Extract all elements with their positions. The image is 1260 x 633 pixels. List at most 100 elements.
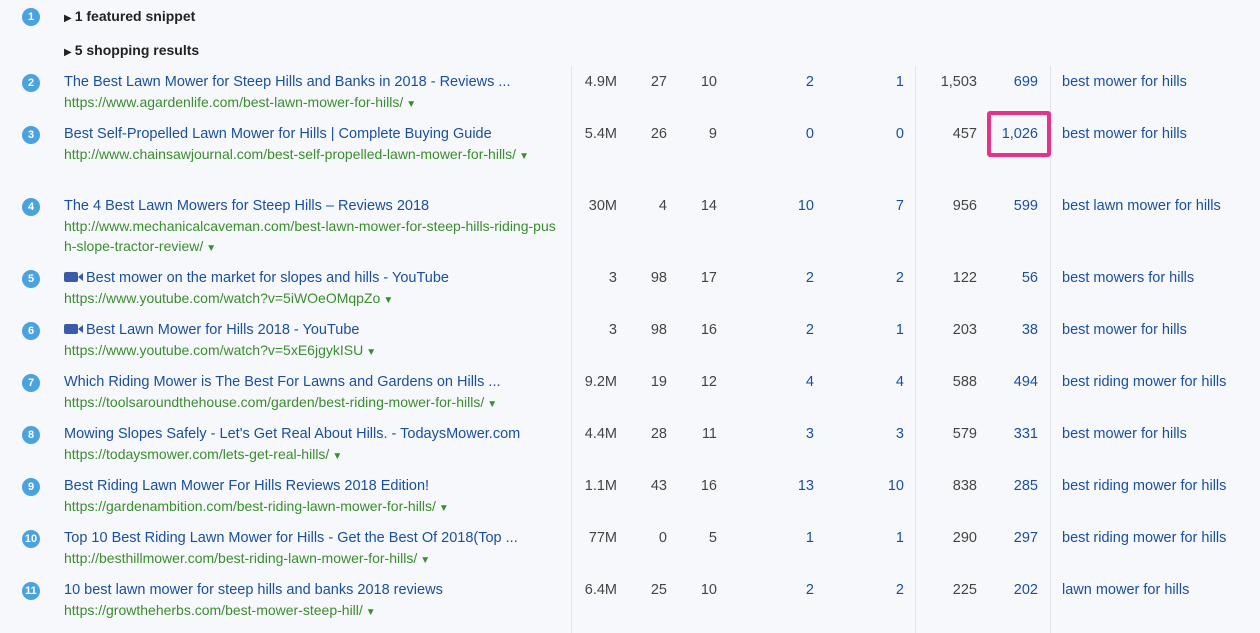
result-url[interactable]: https://toolsaroundthehouse.com/garden/b… [64, 392, 559, 415]
feature-label: 1 featured snippet [74, 8, 196, 24]
referring-domains-cell[interactable]: 2 [806, 268, 814, 288]
chevron-down-icon[interactable]: ▼ [406, 99, 416, 110]
keywords-count-cell[interactable]: 56 [1022, 268, 1038, 288]
chevron-down-icon[interactable]: ▼ [439, 503, 449, 514]
backlinks-cell[interactable]: 1 [896, 72, 904, 92]
serp-feature-row[interactable]: ▶ 5 shopping results [0, 40, 1260, 62]
top-keyword-link[interactable]: best mower for hills [1062, 72, 1187, 92]
top-keyword-link[interactable]: best mower for hills [1062, 320, 1187, 340]
keywords-count-cell[interactable]: 331 [1014, 424, 1038, 444]
referring-domains-cell[interactable]: 0 [806, 124, 814, 144]
referring-domains-cell[interactable]: 3 [806, 424, 814, 444]
domain-rating-cell: 4 [658, 198, 667, 214]
result-url[interactable]: http://www.mechanicalcaveman.com/best-la… [64, 216, 559, 259]
serp-feature-row[interactable]: 1 ▶ 1 featured snippet [0, 6, 1260, 28]
position-badge: 3 [22, 126, 40, 144]
top-keyword-link[interactable]: best mower for hills [1062, 424, 1187, 444]
referring-domains-cell[interactable]: 10 [798, 196, 814, 216]
result-title-link[interactable]: Top 10 Best Riding Lawn Mower for Hills … [64, 528, 554, 548]
result-title: Best Riding Lawn Mower For Hills Reviews… [64, 478, 430, 494]
backlinks-cell[interactable]: 2 [896, 580, 904, 600]
shopping-results-toggle[interactable]: ▶ 5 shopping results [64, 42, 199, 58]
backlinks-cell[interactable]: 7 [896, 196, 904, 216]
chevron-down-icon[interactable]: ▼ [366, 607, 376, 618]
backlinks-cell[interactable]: 3 [896, 424, 904, 444]
chevron-down-icon[interactable]: ▼ [332, 451, 342, 462]
result-title-link[interactable]: The 4 Best Lawn Mowers for Steep Hills –… [64, 196, 554, 216]
result-url-text: https://www.agardenlife.com/best-lawn-mo… [64, 94, 404, 110]
result-url[interactable]: https://todaysmower.com/lets-get-real-hi… [64, 444, 559, 467]
highlight-box [987, 111, 1051, 157]
top-keyword-link[interactable]: best riding mower for hills [1062, 476, 1226, 496]
top-keyword-link[interactable]: best mowers for hills [1062, 268, 1194, 288]
keywords-count-cell[interactable]: 599 [1014, 196, 1038, 216]
top-keyword-link[interactable]: best mower for hills [1062, 124, 1187, 144]
url-rating-cell: 6.4M [584, 582, 617, 598]
domain-rating-cell: 43 [650, 478, 667, 494]
chevron-down-icon[interactable]: ▼ [420, 555, 430, 566]
expand-triangle-icon: ▶ [64, 13, 72, 24]
featured-snippet-toggle[interactable]: ▶ 1 featured snippet [64, 8, 195, 24]
referring-domains-cell[interactable]: 2 [806, 72, 814, 92]
result-url[interactable]: https://www.youtube.com/watch?v=5xE6jgyk… [64, 340, 559, 363]
ahrefs-rank-cell: 16 [700, 322, 717, 338]
keywords-count-cell[interactable]: 38 [1022, 320, 1038, 340]
result-title: Best Self-Propelled Lawn Mower for Hills… [64, 126, 492, 142]
backlinks-cell[interactable]: 1 [896, 320, 904, 340]
position-badge: 8 [22, 426, 40, 444]
position-badge: 6 [22, 322, 40, 340]
url-rating-cell: 5.4M [584, 126, 617, 142]
result-title-link[interactable]: Which Riding Mower is The Best For Lawns… [64, 372, 554, 392]
keywords-count-cell[interactable]: 494 [1014, 372, 1038, 392]
result-title-link[interactable]: Best Riding Lawn Mower For Hills Reviews… [64, 476, 554, 496]
chevron-down-icon[interactable]: ▼ [519, 151, 529, 162]
chevron-down-icon[interactable]: ▼ [487, 399, 497, 410]
video-icon [64, 272, 83, 282]
position-badge: 1 [22, 8, 40, 26]
result-url-text: http://besthillmower.com/best-riding-law… [64, 550, 418, 566]
result-title-link[interactable]: Mowing Slopes Safely - Let's Get Real Ab… [64, 424, 554, 444]
backlinks-cell[interactable]: 10 [888, 476, 904, 496]
keywords-count-cell[interactable]: 285 [1014, 476, 1038, 496]
result-title-link[interactable]: The Best Lawn Mower for Steep Hills and … [64, 72, 554, 92]
organic-traffic-cell: 588 [952, 374, 977, 390]
ahrefs-rank-cell: 5 [708, 530, 717, 546]
result-url[interactable]: http://www.chainsawjournal.com/best-self… [64, 144, 559, 167]
result-url[interactable]: https://www.agardenlife.com/best-lawn-mo… [64, 92, 559, 115]
result-url-text: https://www.youtube.com/watch?v=5xE6jgyk… [64, 342, 364, 358]
domain-rating-cell: 98 [650, 322, 667, 338]
referring-domains-cell[interactable]: 2 [806, 320, 814, 340]
backlinks-cell[interactable]: 1 [896, 528, 904, 548]
keywords-count-cell[interactable]: 297 [1014, 528, 1038, 548]
keywords-count-cell[interactable]: 202 [1014, 580, 1038, 600]
referring-domains-cell[interactable]: 4 [806, 372, 814, 392]
chevron-down-icon[interactable]: ▼ [366, 347, 376, 358]
result-title-link[interactable]: Best Self-Propelled Lawn Mower for Hills… [64, 124, 554, 144]
referring-domains-cell[interactable]: 13 [798, 476, 814, 496]
backlinks-cell[interactable]: 0 [896, 124, 904, 144]
organic-traffic-cell: 838 [952, 478, 977, 494]
top-keyword-link[interactable]: best lawn mower for hills [1062, 196, 1221, 216]
result-url-text: https://todaysmower.com/lets-get-real-hi… [64, 446, 330, 462]
result-title-link[interactable]: Best mower on the market for slopes and … [64, 268, 554, 288]
backlinks-cell[interactable]: 4 [896, 372, 904, 392]
keywords-count-cell[interactable]: 699 [1014, 72, 1038, 92]
result-url[interactable]: https://gardenambition.com/best-riding-l… [64, 496, 559, 519]
backlinks-cell[interactable]: 2 [896, 268, 904, 288]
result-title-link[interactable]: 10 best lawn mower for steep hills and b… [64, 580, 554, 600]
result-title-link[interactable]: Best Lawn Mower for Hills 2018 - YouTube [64, 320, 554, 340]
position-badge: 11 [22, 582, 40, 600]
top-keyword-link[interactable]: best riding mower for hills [1062, 528, 1226, 548]
organic-traffic-cell: 457 [952, 126, 977, 142]
referring-domains-cell[interactable]: 2 [806, 580, 814, 600]
domain-rating-cell: 26 [650, 126, 667, 142]
result-url[interactable]: https://growtheherbs.com/best-mower-stee… [64, 600, 559, 623]
result-url[interactable]: https://www.youtube.com/watch?v=5iWOeOMq… [64, 288, 559, 311]
chevron-down-icon[interactable]: ▼ [206, 243, 216, 254]
referring-domains-cell[interactable]: 1 [806, 528, 814, 548]
chevron-down-icon[interactable]: ▼ [383, 295, 393, 306]
top-keyword-link[interactable]: best riding mower for hills [1062, 372, 1226, 392]
domain-rating-cell: 19 [650, 374, 667, 390]
result-url[interactable]: http://besthillmower.com/best-riding-law… [64, 548, 559, 571]
top-keyword-link[interactable]: lawn mower for hills [1062, 580, 1189, 600]
